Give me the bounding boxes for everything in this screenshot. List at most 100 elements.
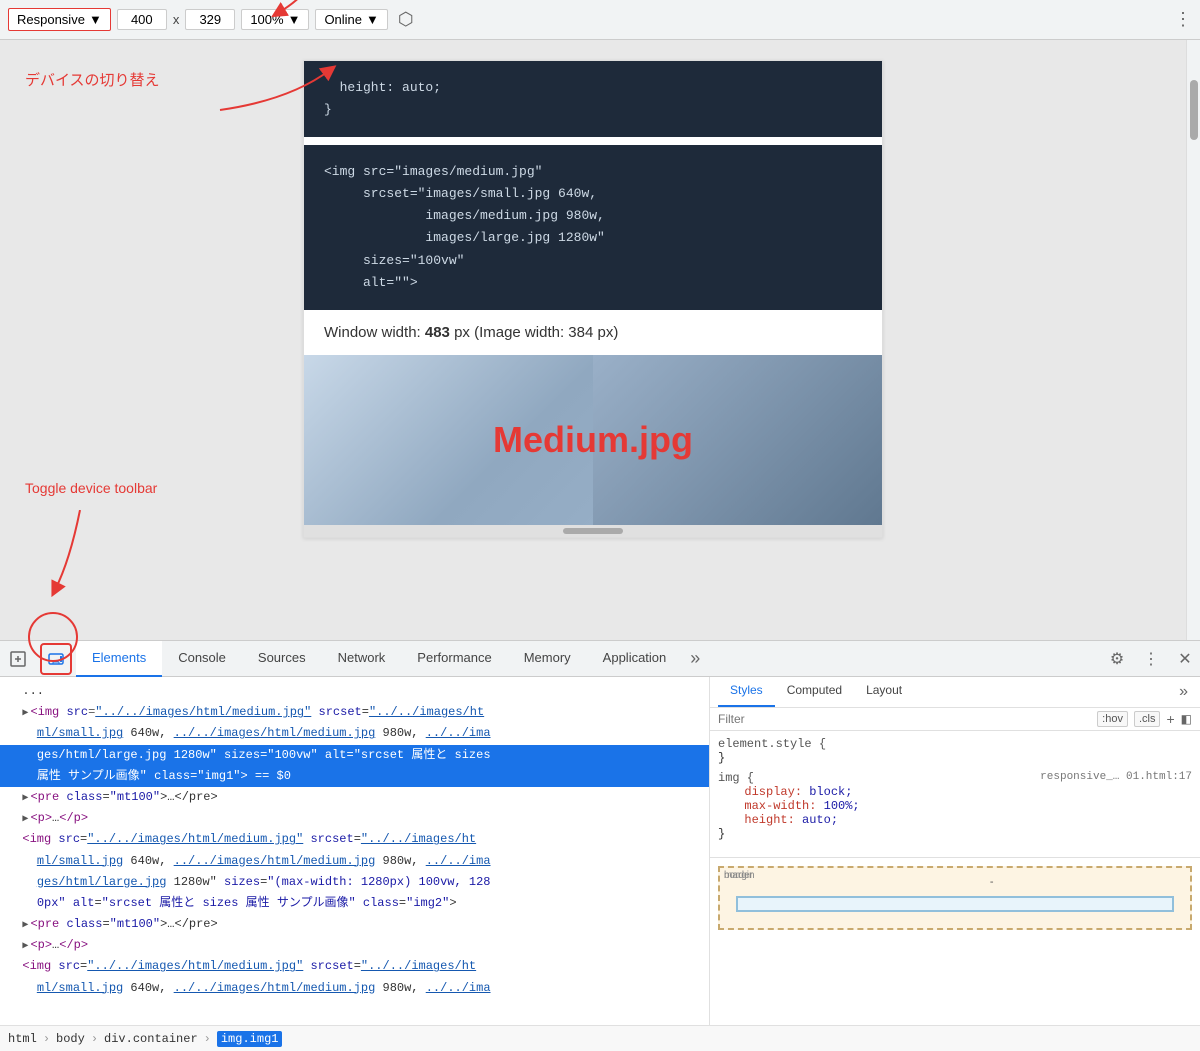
- sub-tab-styles[interactable]: Styles: [718, 677, 775, 707]
- styles-sub-more[interactable]: »: [1175, 677, 1192, 707]
- breadcrumb-sep-2: ›: [91, 1032, 98, 1046]
- style-close: }: [718, 751, 725, 765]
- expand-icon[interactable]: ▶: [22, 941, 28, 952]
- tab-console[interactable]: Console: [162, 641, 242, 677]
- prop-name-max-width[interactable]: max-width:: [744, 799, 816, 813]
- v-scrollbar[interactable]: [1186, 40, 1200, 640]
- element-line[interactable]: ml/small.jpg 640w, ../../images/html/med…: [0, 723, 709, 744]
- margin-value: -: [916, 876, 993, 888]
- style-selector-img: img {: [718, 771, 754, 785]
- add-style-icon[interactable]: +: [1166, 711, 1174, 727]
- network-throttle-select[interactable]: Online ▼: [315, 9, 387, 30]
- width-input[interactable]: [117, 9, 167, 30]
- style-selector: element.style {: [718, 737, 826, 751]
- preview-image-container: Medium.jpg: [304, 355, 882, 525]
- code-block-1: height: auto;}: [304, 61, 882, 137]
- inspect-element-button[interactable]: [0, 641, 36, 677]
- elements-panel: ... ▶<img src="../../images/html/medium.…: [0, 677, 710, 1025]
- preview-card: height: auto;} <img src="images/medium.j…: [303, 60, 883, 538]
- prop-name-height[interactable]: height:: [744, 813, 794, 827]
- tab-sources[interactable]: Sources: [242, 641, 322, 677]
- expand-icon[interactable]: ▶: [22, 708, 28, 719]
- zoom-select[interactable]: 100% ▼: [241, 9, 309, 30]
- window-width-suffix: px (Image width: 384 px): [450, 324, 618, 341]
- height-input[interactable]: [185, 9, 235, 30]
- element-line[interactable]: ges/html/large.jpg 1280w" sizes="(max-wi…: [0, 872, 709, 893]
- cls-button[interactable]: .cls: [1134, 711, 1161, 727]
- element-line[interactable]: ▶<p>…</p>: [0, 808, 709, 829]
- preview-image-label: Medium.jpg: [493, 419, 693, 461]
- element-line[interactable]: ml/small.jpg 640w, ../../images/html/med…: [0, 978, 709, 999]
- element-line[interactable]: ml/small.jpg 640w, ../../images/html/med…: [0, 851, 709, 872]
- breadcrumb-img[interactable]: img.img1: [217, 1031, 283, 1047]
- prop-val-max-width[interactable]: 100%;: [824, 799, 860, 813]
- style-source[interactable]: responsive_… 01.html:17: [1040, 771, 1192, 783]
- element-line[interactable]: 0px" alt="srcset 属性と sizes 属性 サンプル画像" cl…: [0, 893, 709, 914]
- box-model-area: margin - border: [710, 857, 1200, 938]
- devtools-close-button[interactable]: ✕: [1170, 644, 1200, 674]
- expand-icon[interactable]: ▶: [22, 793, 28, 804]
- element-line[interactable]: ▶<pre class="mt100">…</pre>: [0, 914, 709, 935]
- element-line[interactable]: <img src="../../images/html/medium.jpg" …: [0, 829, 709, 850]
- device-select[interactable]: Responsive ▼: [8, 8, 111, 31]
- element-line-selected-2[interactable]: 属性 サンプル画像" class="img1"> == $0: [0, 766, 709, 787]
- tab-performance[interactable]: Performance: [401, 641, 507, 677]
- element-line[interactable]: <img src="../../images/html/medium.jpg" …: [0, 956, 709, 977]
- tab-application[interactable]: Application: [587, 641, 683, 677]
- page-preview: height: auto;} <img src="images/medium.j…: [0, 40, 1186, 640]
- devtools-settings-button[interactable]: ⚙: [1102, 644, 1132, 674]
- zoom-dropdown-icon[interactable]: ▼: [288, 12, 301, 27]
- sub-tab-computed[interactable]: Computed: [775, 677, 854, 707]
- tabs-overflow-button[interactable]: »: [684, 648, 706, 669]
- tab-memory[interactable]: Memory: [508, 641, 587, 677]
- element-style-rule: element.style { }: [718, 737, 1192, 765]
- box-model-border: border: [736, 896, 1174, 912]
- prop-val-height[interactable]: auto;: [802, 813, 838, 827]
- prop-val-display[interactable]: block;: [809, 785, 852, 799]
- new-rule-icon[interactable]: ◧: [1181, 712, 1192, 726]
- border-label: border: [724, 870, 753, 881]
- filter-bar: :hov .cls + ◧: [710, 708, 1200, 731]
- zoom-label: 100%: [250, 12, 283, 27]
- element-line[interactable]: ▶<pre class="mt100">…</pre>: [0, 787, 709, 808]
- style-prop-height: height: auto;: [718, 813, 1192, 827]
- devtools-settings: ⚙ ⋮ ✕: [1102, 644, 1200, 674]
- h-scrollbar[interactable]: [304, 525, 882, 537]
- h-scrollbar-thumb[interactable]: [563, 528, 623, 534]
- window-width-text: Window width:: [324, 324, 425, 341]
- tab-elements[interactable]: Elements: [76, 641, 162, 677]
- rotate-button[interactable]: ⬡: [398, 9, 414, 30]
- preview-info: Window width: 483 px (Image width: 384 p…: [304, 310, 882, 355]
- breadcrumb-html[interactable]: html: [8, 1032, 37, 1046]
- device-dropdown-icon[interactable]: ▼: [89, 12, 102, 27]
- devtools-content: ... ▶<img src="../../images/html/medium.…: [0, 677, 1200, 1025]
- element-line[interactable]: ▶<p>…</p>: [0, 935, 709, 956]
- breadcrumb-div[interactable]: div.container: [104, 1032, 198, 1046]
- device-toolbar-toggle[interactable]: [40, 643, 72, 675]
- prop-name-display[interactable]: display:: [744, 785, 802, 799]
- styles-sub-tabs: Styles Computed Layout »: [710, 677, 1200, 708]
- element-line-selected[interactable]: ges/html/large.jpg 1280w" sizes="100vw" …: [0, 745, 709, 766]
- online-dropdown-icon[interactable]: ▼: [366, 12, 379, 27]
- v-scrollbar-thumb[interactable]: [1190, 80, 1198, 140]
- element-line[interactable]: ▶<img src="../../images/html/medium.jpg"…: [0, 702, 709, 723]
- devtools-more-button[interactable]: ⋮: [1136, 644, 1166, 674]
- box-model-margin: margin - border: [718, 866, 1192, 930]
- hov-button[interactable]: :hov: [1097, 711, 1128, 727]
- tab-network[interactable]: Network: [322, 641, 402, 677]
- code-block-2: <img src="images/medium.jpg" srcset="ima…: [304, 145, 882, 310]
- device-toolbar: Responsive ▼ x 100% ▼ Online ▼ ⬡ ⋮: [0, 0, 1200, 40]
- style-prop-display: display: block;: [718, 785, 1192, 799]
- breadcrumb-sep-1: ›: [43, 1032, 50, 1046]
- window-width-bold: 483: [425, 324, 450, 341]
- device-label: Responsive: [17, 12, 85, 27]
- expand-icon[interactable]: ▶: [22, 814, 28, 825]
- breadcrumb-body[interactable]: body: [56, 1032, 85, 1046]
- sub-tab-layout[interactable]: Layout: [854, 677, 914, 707]
- toolbar-more-button[interactable]: ⋮: [1174, 9, 1192, 30]
- filter-input[interactable]: [718, 712, 1091, 726]
- element-line: ...: [0, 681, 709, 702]
- styles-panel: Styles Computed Layout » :hov .cls + ◧ e…: [710, 677, 1200, 1025]
- dimension-separator: x: [173, 12, 180, 27]
- expand-icon[interactable]: ▶: [22, 920, 28, 931]
